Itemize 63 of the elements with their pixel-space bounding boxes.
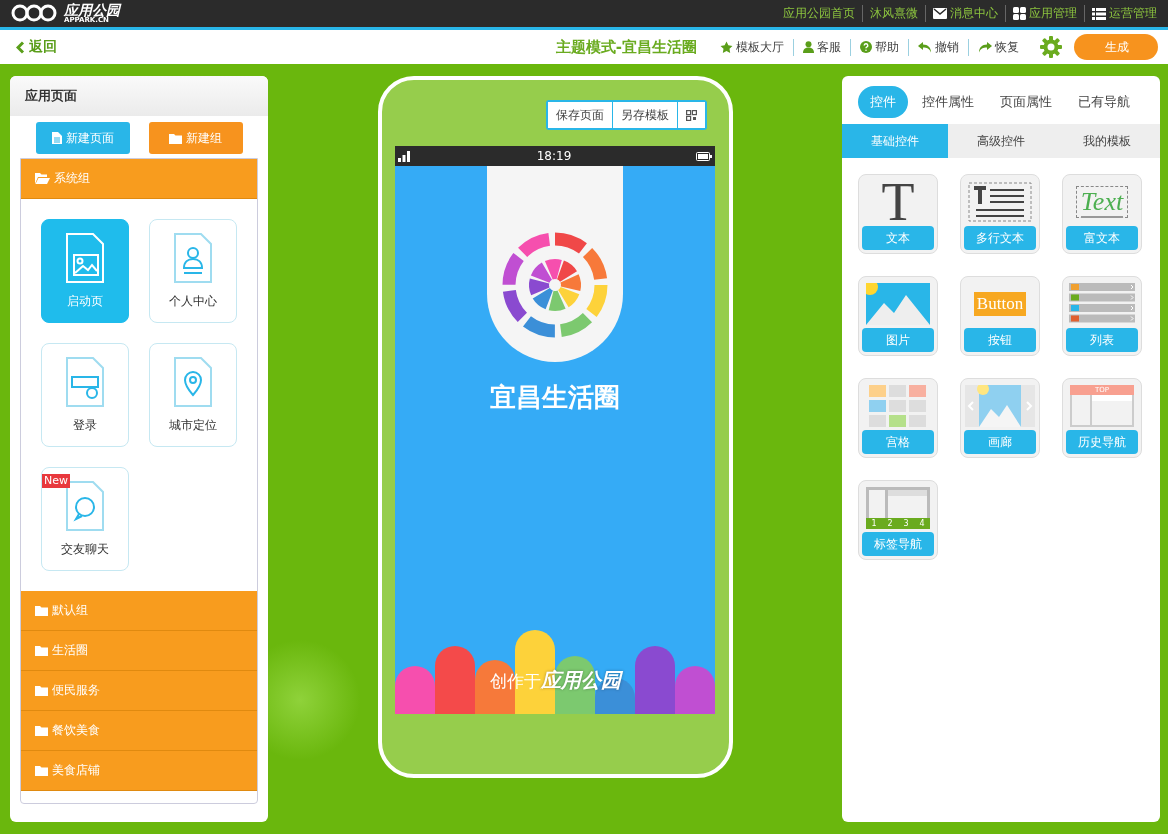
star-icon [720, 40, 733, 54]
top-nav-link[interactable]: 运营管理 [1084, 5, 1164, 22]
user-icon [803, 41, 814, 53]
top-nav-link[interactable]: 沐风熹微 [862, 5, 925, 22]
button-sample: Button [973, 292, 1027, 316]
new-badge: New [42, 474, 70, 488]
multiline-text-icon [966, 180, 1034, 224]
rich-text-sample: Text [1075, 186, 1129, 218]
letter-t-sample: T [881, 179, 915, 225]
folder-icon [35, 173, 50, 184]
grid-icon [1013, 7, 1026, 20]
toolbar-action[interactable]: 模板大厅 [711, 38, 793, 56]
page-card[interactable]: New 交友聊天 [41, 467, 129, 571]
folder-icon [169, 132, 182, 144]
document-icon [51, 132, 62, 144]
chevron-left-icon [16, 40, 25, 54]
folder-icon [35, 765, 48, 776]
widget-category-tab[interactable]: 我的模板 [1054, 124, 1160, 158]
gallery-slider-icon [965, 385, 1035, 427]
panel-title: 应用页面 [10, 76, 268, 116]
password-document-icon [66, 356, 104, 407]
chat-document-icon [66, 480, 104, 531]
list-icon [1092, 7, 1106, 20]
folder-icon [35, 605, 48, 616]
credit-text: 创作于 [489, 671, 541, 693]
toolbar-action[interactable]: 客服 [793, 38, 850, 56]
top-nav-link[interactable]: 消息中心 [925, 5, 1005, 22]
folder-icon [35, 725, 48, 736]
grid-layout-icon [869, 385, 927, 427]
page-card[interactable]: 登录 [41, 343, 129, 447]
folder-icon [35, 685, 48, 696]
panel-tab[interactable]: 已有导航 [1066, 86, 1142, 118]
location-document-icon [174, 356, 212, 407]
toolbar-action[interactable]: 帮助 [850, 38, 908, 56]
toolbar-action[interactable]: 恢复 [968, 38, 1028, 56]
mail-icon [933, 8, 947, 19]
signal-icon [398, 150, 412, 162]
logo-text: 应用公园 [64, 3, 120, 17]
project-title: 主题模式-宜昌生活圈 [555, 37, 697, 57]
splash-title: 宜昌生活圈 [490, 381, 620, 414]
undo-icon [918, 41, 932, 53]
settings-icon[interactable] [1040, 36, 1062, 58]
tab-navigation-sample: 1 2 3 4 [866, 487, 930, 529]
status-time: 18:19 [536, 149, 572, 163]
landscape-image-icon [866, 283, 930, 325]
battery-icon [696, 151, 712, 161]
qr-code-icon [685, 109, 697, 121]
widget-category-tab[interactable]: 高级控件 [948, 124, 1054, 158]
list-rows-icon [1069, 283, 1135, 325]
user-document-icon [174, 232, 212, 283]
page-card[interactable]: 个人中心 [149, 219, 237, 323]
panel-tab[interactable]: 控件属性 [910, 86, 986, 118]
top-nav-link[interactable]: 应用公园首页 [776, 5, 862, 22]
folder-icon [35, 645, 48, 656]
qr-code-button[interactable] [676, 102, 705, 128]
panel-tab[interactable]: 页面属性 [988, 86, 1064, 118]
image-document-icon [66, 232, 104, 283]
toolbar-action[interactable]: 撤销 [908, 38, 968, 56]
top-nav-link[interactable]: 应用管理 [1005, 5, 1084, 22]
redo-icon [978, 41, 992, 53]
page-card[interactable]: 城市定位 [149, 343, 237, 447]
help-icon [860, 41, 872, 53]
widget-tile[interactable]: T 文本 [858, 174, 938, 254]
